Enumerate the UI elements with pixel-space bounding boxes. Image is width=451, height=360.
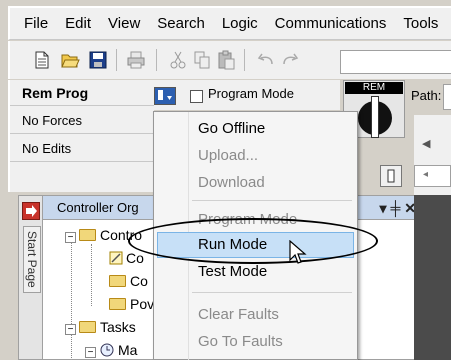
menu-search[interactable]: Search [157, 15, 205, 32]
controller-status-panel: Rem Prog No Forces No Edits [8, 80, 156, 192]
controller-mode-text: Rem Prog [10, 80, 156, 106]
folder-icon [79, 229, 96, 241]
toolbar [8, 41, 451, 79]
scroll-left-icon[interactable]: ◀ [422, 137, 430, 150]
collapse-icon[interactable]: − [65, 324, 76, 335]
open-folder-icon[interactable] [60, 50, 80, 70]
program-mode-label: Program Mode [208, 86, 294, 101]
toolbar-separator [244, 49, 245, 71]
start-page-tab[interactable]: Start Page [23, 226, 41, 293]
tree-label: Pov [130, 296, 155, 312]
controller-icon-button[interactable] [380, 165, 402, 187]
path-field[interactable] [443, 84, 451, 110]
menu-communications[interactable]: Communications [275, 15, 387, 32]
mouse-pointer-icon [289, 240, 307, 264]
tree-item-controller-fault-handler[interactable]: Co [109, 273, 148, 289]
collapse-icon[interactable]: − [65, 232, 76, 243]
tree-label: Co [130, 273, 148, 289]
menu-logic[interactable]: Logic [222, 15, 258, 32]
menu-item-clear-faults[interactable]: Clear Faults [198, 306, 279, 323]
folder-icon [109, 275, 126, 287]
tree-label: Tasks [100, 319, 136, 335]
toolbar-separator [116, 49, 117, 71]
scroll-left-arrow-icon[interactable]: ◂ [423, 169, 428, 180]
menu-item-go-offline[interactable]: Go Offline [198, 120, 265, 137]
copy-icon[interactable] [192, 50, 212, 70]
redo-icon[interactable] [280, 50, 300, 70]
workspace-background [414, 195, 451, 360]
menu-view[interactable]: View [108, 15, 140, 32]
tree-item-tasks[interactable]: − Tasks [65, 319, 136, 335]
folder-icon [109, 298, 126, 310]
tree-item-main-task[interactable]: − Ma [85, 342, 137, 358]
app-window: File Edit View Search Logic Communicatio… [0, 0, 451, 360]
toolbar-search-input[interactable] [340, 50, 451, 74]
callout-oval [128, 218, 378, 264]
tags-icon [109, 251, 123, 265]
menu-separator [192, 292, 352, 293]
tree-label: Co [126, 250, 144, 266]
save-icon[interactable] [88, 50, 108, 70]
panel-window-controls[interactable]: ▾ ╪ ✕ [380, 200, 416, 217]
paste-icon[interactable] [216, 50, 236, 70]
tree-item-power-up-handler[interactable]: Pov [109, 296, 154, 312]
menu-item-test-mode[interactable]: Test Mode [198, 263, 267, 280]
side-tab-bar: Start Page [19, 196, 43, 359]
new-file-icon[interactable] [32, 50, 52, 70]
collapse-icon[interactable]: − [85, 347, 96, 358]
folder-icon [79, 321, 96, 333]
task-icon [100, 343, 114, 357]
mode-selector: Program Mode [154, 80, 340, 110]
horizontal-scrollbar[interactable]: ◂ [414, 165, 451, 187]
cut-icon[interactable] [168, 50, 188, 70]
menu-bar: File Edit View Search Logic Communicatio… [8, 6, 451, 40]
start-page-icon[interactable] [22, 202, 40, 220]
menu-item-upload[interactable]: Upload... [198, 147, 258, 164]
menu-tools[interactable]: Tools [403, 15, 438, 32]
program-mode-checkbox[interactable] [190, 90, 203, 103]
forces-status-text: No Forces [10, 108, 156, 134]
menu-item-go-to-faults[interactable]: Go To Faults [198, 333, 283, 350]
menu-edit[interactable]: Edit [65, 15, 91, 32]
tree-connector [71, 240, 72, 358]
key-switch-label: REM [345, 82, 403, 94]
menu-separator [192, 200, 352, 201]
tree-label: Ma [118, 342, 138, 358]
undo-icon[interactable] [256, 50, 276, 70]
tree-item-controller-tags[interactable]: Co [109, 250, 144, 266]
toolbar-separator [156, 49, 157, 71]
tree-connector [91, 244, 92, 306]
edits-status-text: No Edits [10, 136, 156, 162]
controller-mode-dropdown-icon[interactable] [154, 87, 176, 105]
print-icon[interactable] [126, 50, 146, 70]
key-switch-slot [371, 96, 379, 138]
path-label: Path: [411, 88, 442, 103]
menu-file[interactable]: File [24, 15, 48, 32]
menu-item-download[interactable]: Download [198, 174, 265, 191]
